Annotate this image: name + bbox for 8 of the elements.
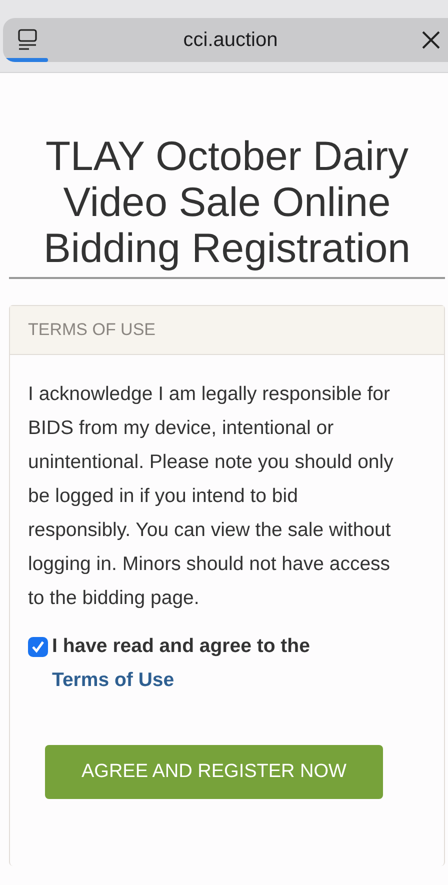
tab-overview-icon[interactable] (17, 28, 39, 52)
card-header: TERMS OF USE (10, 306, 444, 355)
page-title: TLAY October Dairy Video Sale Online Bidding Registration (9, 133, 445, 279)
agree-label: I have read and agree to the Terms of Use (52, 634, 311, 693)
terms-text: I acknowledge I am legally responsible for BIDS from my device, intentional or unintentional. Please note you should only be logged in if you intend to bid responsibly. You can view the sale without logging in. Minors should not have access to the bidding page. (28, 382, 394, 611)
terms-link[interactable]: Terms of Use (52, 669, 174, 691)
close-icon[interactable] (422, 31, 440, 49)
agree-checkbox[interactable] (28, 637, 48, 657)
